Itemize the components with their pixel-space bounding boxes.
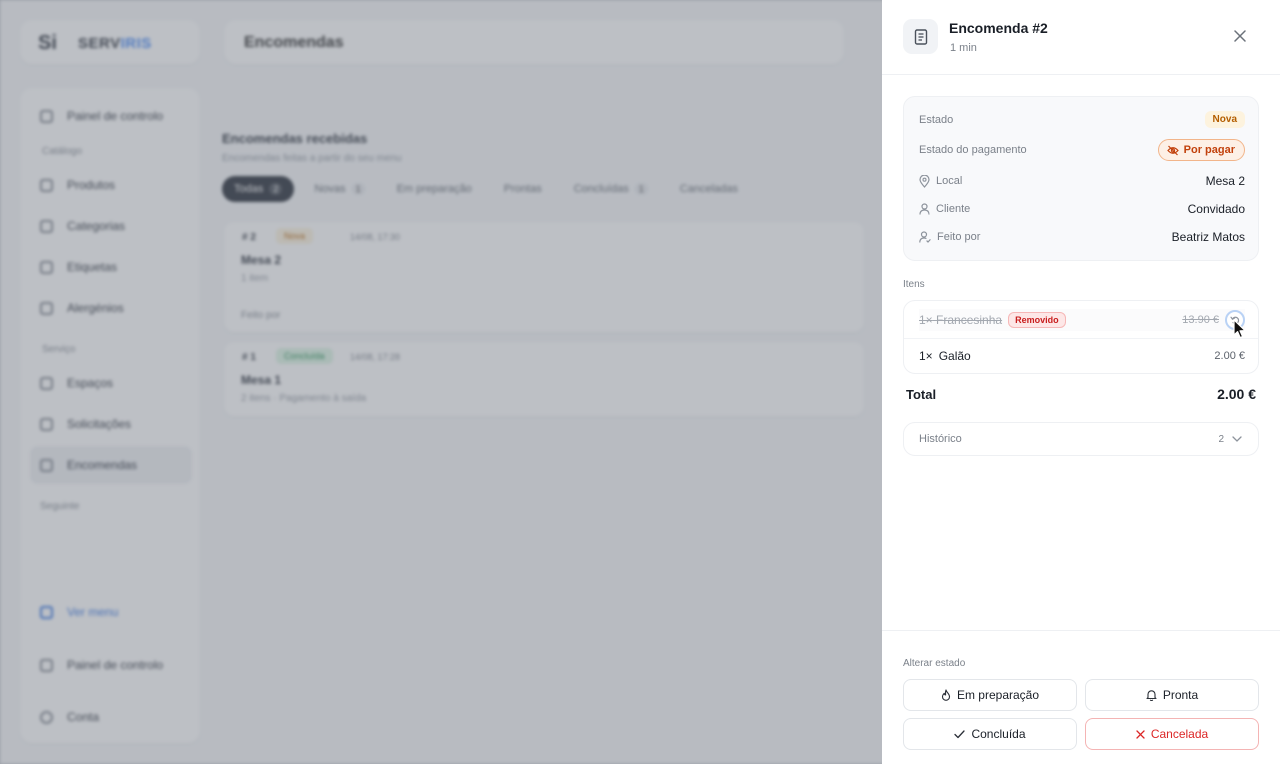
info-row-location: Local Mesa 2	[919, 174, 1245, 188]
info-label: Estado	[919, 113, 954, 126]
history-label: Histórico	[919, 433, 962, 445]
order-detail-drawer: Encomenda #2 1 min Estado Nova Estado do…	[882, 0, 1280, 764]
drawer-subtitle: 1 min	[950, 42, 977, 54]
item-price: 13.90 €	[1182, 314, 1219, 326]
order-info-card: Estado Nova Estado do pagamento Por paga…	[903, 96, 1259, 261]
modal-backdrop[interactable]	[0, 0, 882, 764]
info-row-customer: Cliente Convidado	[919, 202, 1245, 216]
button-label: Em preparação	[956, 688, 1040, 702]
payment-status-badge[interactable]: Por pagar	[1157, 139, 1245, 161]
done-button[interactable]: Concluída	[903, 718, 1077, 750]
info-row-status: Estado Nova	[919, 111, 1245, 128]
total-value: 2.00 €	[1217, 386, 1256, 402]
bell-icon	[1146, 690, 1157, 701]
item-name-text: Galão	[938, 349, 971, 363]
location-value: Mesa 2	[1205, 174, 1245, 188]
button-label: Concluída	[971, 727, 1026, 741]
item-price: 2.00 €	[1214, 350, 1245, 362]
drawer-title: Encomenda #2	[949, 20, 1048, 36]
location-pin-icon	[919, 174, 930, 188]
payment-status-label: Por pagar	[1183, 144, 1235, 156]
info-row-made-by: Feito por Beatriz Matos	[919, 230, 1245, 244]
customer-value: Convidado	[1187, 202, 1245, 216]
close-button[interactable]	[1230, 26, 1250, 46]
drawer-header: Encomenda #2 1 min	[882, 0, 1280, 75]
list-item: 1× Galão 2.00 €	[919, 345, 1245, 367]
items-section-label: Itens	[903, 279, 925, 290]
items-list: 1× Francesinha Removido 13.90 € 1× Galão …	[903, 300, 1259, 374]
total-row: Total 2.00 €	[906, 386, 1256, 402]
removed-badge: Removido	[1008, 312, 1066, 328]
chevron-down-icon	[1232, 436, 1242, 442]
close-icon	[1136, 729, 1145, 739]
history-accordion[interactable]: Histórico 2	[903, 422, 1259, 456]
item-name-text: Francesinha	[936, 313, 1003, 327]
info-label: Estado do pagamento	[919, 144, 1027, 156]
undo-icon	[1230, 316, 1240, 325]
receipt-icon	[903, 19, 938, 54]
check-icon	[954, 729, 966, 738]
item-qty: 1×	[919, 349, 933, 363]
made-by-value: Beatriz Matos	[1171, 230, 1245, 244]
info-label: Feito por	[937, 231, 981, 243]
info-label: Local	[936, 175, 963, 187]
cancelled-button[interactable]: Cancelada	[1085, 718, 1259, 750]
drawer-footer: Alterar estado Em preparação Pronta Conc…	[882, 630, 1280, 764]
preparing-button[interactable]: Em preparação	[903, 679, 1077, 711]
flame-icon	[941, 689, 951, 701]
list-item: 1× Francesinha Removido 13.90 €	[919, 309, 1245, 331]
total-label: Total	[906, 386, 937, 402]
item-qty: 1×	[919, 313, 933, 327]
ready-button[interactable]: Pronta	[1085, 679, 1259, 711]
user-icon	[919, 203, 930, 215]
item-name: 1× Francesinha	[919, 313, 1002, 327]
divider	[904, 338, 1258, 339]
info-row-payment: Estado do pagamento Por pagar	[919, 139, 1245, 161]
history-count: 2	[1218, 433, 1224, 445]
close-icon	[1234, 30, 1246, 42]
button-label: Cancelada	[1150, 727, 1209, 741]
restore-item-button[interactable]	[1225, 310, 1245, 330]
info-label: Cliente	[936, 203, 971, 215]
change-status-label: Alterar estado	[903, 658, 966, 669]
button-label: Pronta	[1162, 688, 1199, 702]
status-badge: Nova	[1204, 111, 1245, 128]
user-check-icon	[919, 231, 931, 243]
eye-off-icon	[1166, 145, 1179, 155]
